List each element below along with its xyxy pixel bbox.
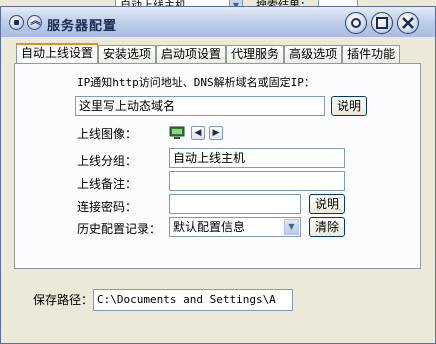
chevron-left-icon: ◀ [194,128,202,138]
title-bar[interactable]: ︽ 服务器配置 [1,7,435,37]
computer-icon [169,126,185,139]
system-menu-button[interactable] [9,15,24,30]
password-help-button[interactable]: 说明 [309,194,345,214]
maximize-icon [376,17,388,29]
chevron-up-icon: ︽ [30,16,41,27]
minimize-button[interactable] [345,12,367,34]
image-prev-button[interactable]: ◀ [191,126,205,140]
window-title: 服务器配置 [47,19,118,34]
note-input[interactable] [169,171,345,191]
tab-strip: 自动上线设置 安装选项 启动项设置 代理服务 高级选项 插件功能 [16,43,401,64]
group-label: 上线分组： [77,154,138,168]
save-path-label: 保存路径： [33,293,94,307]
tab-panel-auto-online: IP通知http访问地址、DNS解析域名或固定IP： 这里写上动态域名 说明 上… [14,63,421,269]
note-label: 上线备注： [77,177,138,191]
ip-address-input[interactable]: 这里写上动态域名 [75,96,325,116]
tab-startup[interactable]: 启动项设置 [156,45,227,64]
tab-proxy[interactable]: 代理服务 [226,45,285,64]
image-next-button[interactable]: ▶ [209,126,223,140]
history-label: 历史配置记录： [77,222,162,236]
close-icon [402,17,414,29]
password-input[interactable] [169,194,301,214]
server-config-window: ︽ 服务器配置 自动上线设置 安装选项 启动项设置 代理服务 高级选项 插件功能… [0,6,436,344]
maximize-button[interactable] [371,12,393,34]
image-label: 上线图像： [77,127,138,141]
tab-advanced[interactable]: 高级选项 [284,45,343,64]
close-button[interactable] [397,12,419,34]
square-dot-icon [14,20,19,25]
rollup-button[interactable]: ︽ [27,15,42,30]
clear-history-button[interactable]: 清除 [309,217,345,237]
history-select[interactable]: 默认配置信息 ▼ [169,217,301,237]
tab-install-options[interactable]: 安装选项 [98,45,157,64]
ip-help-button[interactable]: 说明 [331,96,367,116]
password-label: 连接密码： [77,200,138,214]
tab-plugins[interactable]: 插件功能 [342,45,401,64]
minimize-icon [351,18,361,28]
tab-auto-online[interactable]: 自动上线设置 [16,43,99,64]
history-select-value: 默认配置信息 [173,220,246,234]
chevron-down-icon[interactable]: ▼ [284,219,299,235]
save-path-input[interactable]: C:\Documents and Settings\A [93,289,293,311]
group-input[interactable]: 自动上线主机 [169,148,345,168]
ip-prompt-label: IP通知http访问地址、DNS解析域名或固定IP： [77,76,315,89]
chevron-right-icon: ▶ [212,128,220,138]
